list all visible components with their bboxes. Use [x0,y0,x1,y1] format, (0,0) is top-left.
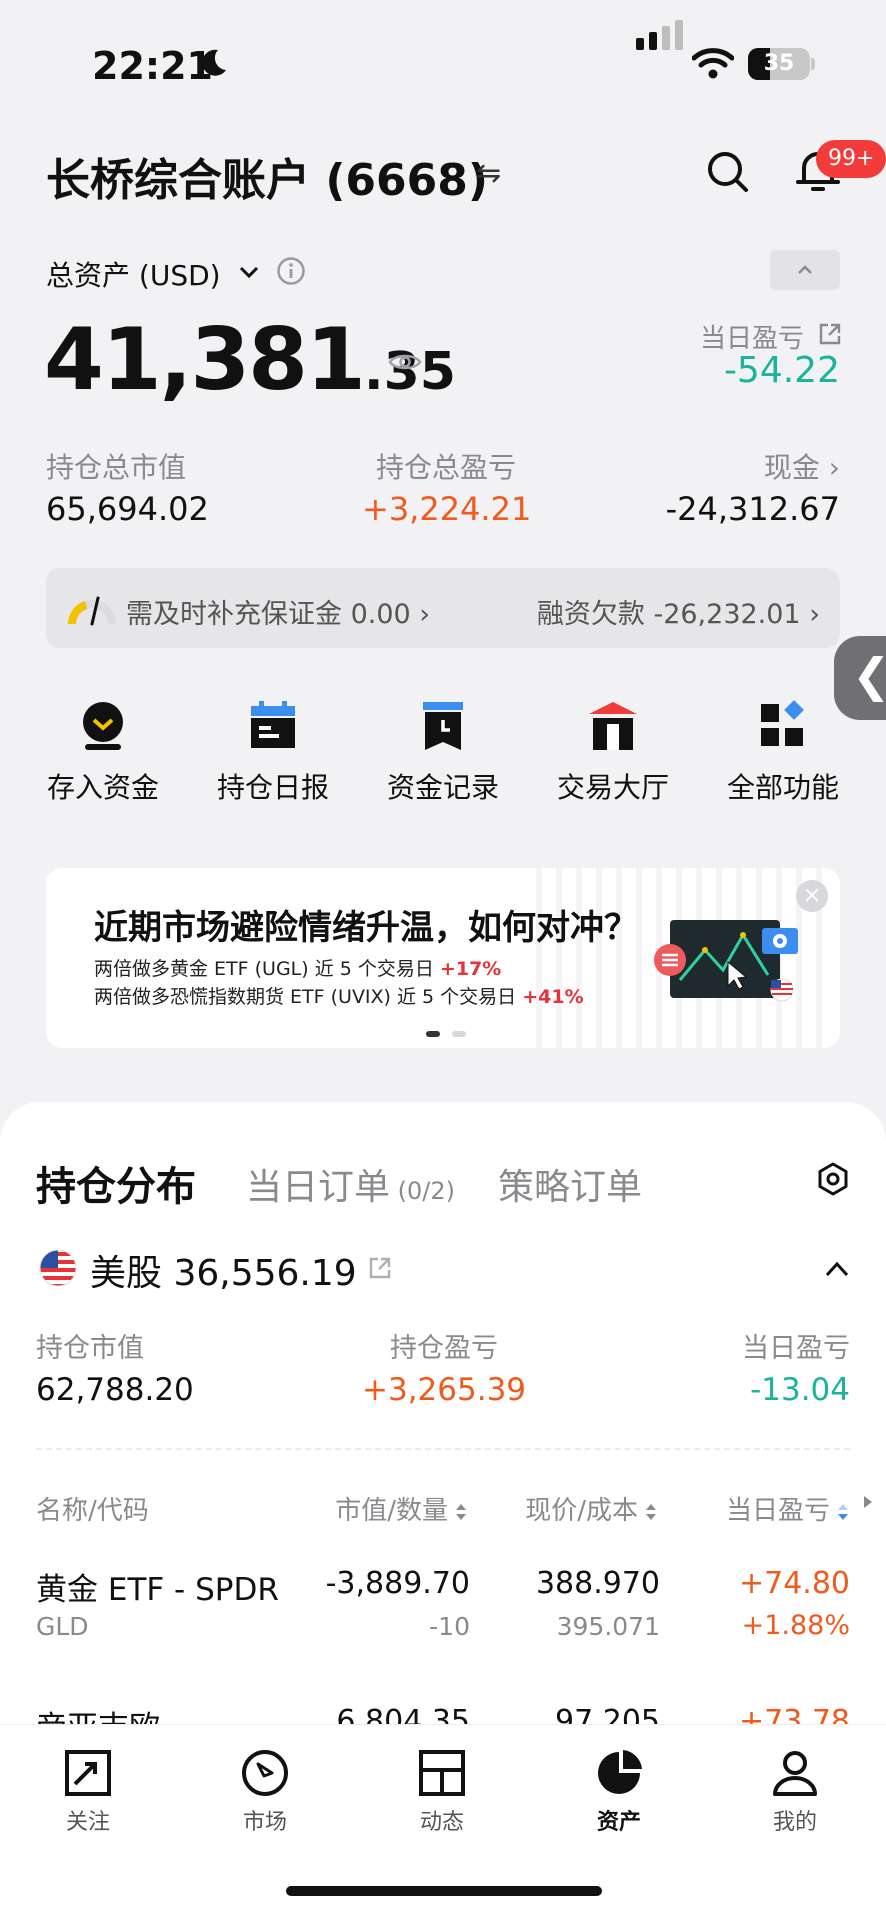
calendar-icon [251,701,295,748]
tab-positions[interactable]: 持仓分布 [36,1154,196,1212]
collapse-button[interactable] [770,250,840,290]
banner-pagination [420,1022,472,1041]
banner-line-1: 两倍做多黄金 ETF (UGL) 近 5 个交易日 +17% [94,958,502,980]
cash-label[interactable]: 现金 › [764,446,840,486]
market-value: 65,694.02 [46,490,209,528]
wifi-icon [692,48,734,79]
feed-icon [419,1750,465,1796]
divider [36,1448,850,1450]
info-icon[interactable] [276,256,306,286]
fund-records-button[interactable]: 资金记录 [358,700,528,806]
col-price-cost[interactable]: 现价/成本 [525,1490,658,1527]
holding-day-pl-pct: +1.88% [741,1610,850,1641]
nav-watchlist[interactable]: 关注 [23,1748,153,1836]
holding-price: 388.970 [535,1566,660,1601]
banner-title: 近期市场避险情绪升温，如何对冲？ [94,908,638,948]
holding-mv-label: 持仓市值 [36,1333,144,1364]
deposit-icon [83,702,123,750]
col-day-pl[interactable]: 当日盈亏 [726,1490,850,1527]
all-functions-button[interactable]: 全部功能 [698,700,868,806]
home-indicator[interactable] [286,1886,602,1896]
chart-illustration-icon [654,920,798,1002]
trading-hall-button[interactable]: 交易大厅 [528,700,698,806]
holding-day-pl-value: -13.04 [750,1372,850,1408]
cash-value: -24,312.67 [665,490,840,528]
sort-icon [646,1503,656,1520]
nav-assets[interactable]: 资产 [554,1748,684,1836]
financing-debt-link[interactable]: 融资欠款 -26,232.01 › [537,592,820,631]
fund-record-icon [423,702,463,750]
holding-pl-value: +3,265.39 [362,1372,527,1408]
compass-icon [242,1750,288,1796]
external-link-icon[interactable] [368,1256,392,1280]
user-icon [773,1751,817,1796]
swap-account-icon[interactable]: ⇋ [476,156,501,191]
status-time: 22:21 [92,44,213,88]
grid-icon [761,700,804,746]
chevron-up-icon [798,265,812,274]
holding-pl-label: 持仓盈亏 [390,1333,498,1364]
us-market-title[interactable]: 美股 36,556.19 [90,1244,357,1296]
sort-icon [456,1503,466,1520]
search-icon[interactable] [704,148,752,196]
nav-me[interactable]: 我的 [730,1748,860,1836]
chevron-down-icon[interactable] [238,262,260,282]
nav-feed[interactable]: 动态 [377,1748,507,1836]
tab-today-orders[interactable]: 当日订单 (0/2) [246,1158,455,1210]
eye-icon[interactable] [388,350,422,374]
market-value-label: 持仓总市值 [46,451,187,484]
position-pl-label: 持仓总盈亏 [376,451,517,484]
pie-chart-icon [598,1750,642,1794]
scroll-right-icon[interactable] [862,1494,874,1510]
sort-active-icon [838,1503,848,1520]
battery-icon: 35 [748,48,810,80]
holding-cost: 395.071 [556,1612,660,1641]
moon-icon [202,49,226,76]
daily-report-button[interactable]: 持仓日报 [188,700,358,806]
tab-strategy-orders[interactable]: 策略订单 [498,1158,642,1210]
holding-day-pl-label: 当日盈亏 [742,1333,850,1364]
deposit-button[interactable]: 存入资金 [18,700,188,806]
settings-icon[interactable] [816,1162,850,1196]
notification-badge: 99+ [816,140,886,178]
total-assets-label[interactable]: 总资产 (USD) [46,254,221,294]
holding-quantity: -10 [429,1612,470,1641]
account-title[interactable]: 长桥综合账户 (6668) [46,144,488,208]
margin-call-link[interactable]: 需及时补充保证金 0.00 › [126,592,430,631]
day-pl-value: -54.22 [723,350,840,391]
gauge-icon [68,596,116,626]
holding-day-pl: +74.80 [738,1566,850,1601]
chevron-up-icon[interactable] [824,1260,850,1278]
col-market-value[interactable]: 市值/数量 [335,1490,468,1527]
trading-hall-icon [589,702,637,750]
col-name-code: 名称/代码 [36,1496,149,1526]
holding-market-value: -3,889.70 [325,1566,470,1601]
holding-code: GLD [36,1612,89,1641]
banner-line-2: 两倍做多恐慌指数期货 ETF (UVIX) 近 5 个交易日 +41% [94,986,584,1008]
external-link-icon[interactable] [818,322,842,346]
watchlist-icon [65,1750,111,1796]
banner-close-button[interactable]: × [796,880,828,912]
battery-tip [811,58,815,70]
us-flag-icon [39,1249,77,1287]
position-pl-value: +3,224.21 [362,490,532,528]
holding-mv-value: 62,788.20 [36,1372,194,1408]
nav-market[interactable]: 市场 [200,1748,330,1836]
holding-name[interactable]: 黄金 ETF - SPDR [36,1564,279,1609]
side-drawer-handle[interactable]: ❮ [834,636,886,720]
